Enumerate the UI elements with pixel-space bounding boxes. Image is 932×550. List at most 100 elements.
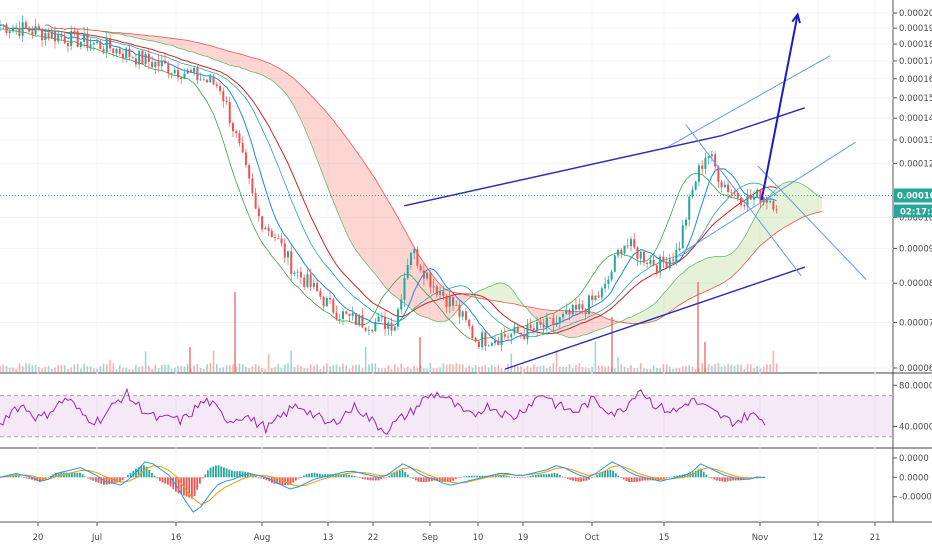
macd-histogram-bar	[406, 474, 409, 478]
macd-histogram-bar	[396, 471, 399, 478]
macd-histogram-bar	[262, 477, 265, 480]
macd-histogram-bar	[585, 477, 588, 481]
candle-body	[11, 28, 14, 32]
candle-body	[151, 62, 154, 68]
macd-histogram-bar	[521, 477, 524, 478]
candle-body	[254, 193, 257, 209]
candle-body	[0, 25, 1, 27]
candle-body	[274, 237, 277, 239]
volume-bar	[714, 364, 716, 372]
time-tick-label: Sep	[422, 533, 438, 543]
candle-body	[610, 271, 613, 280]
volume-bar	[293, 367, 296, 372]
macd-histogram-bar	[588, 477, 590, 480]
volume-bar	[381, 368, 383, 372]
candle-body	[435, 286, 438, 295]
volume-bar	[2, 364, 5, 372]
volume-bar	[578, 363, 581, 372]
volume-bar	[54, 367, 56, 372]
candle-body	[662, 256, 665, 263]
macd-histogram-bar	[540, 474, 542, 478]
volume-bar	[47, 365, 50, 372]
candle-body	[539, 321, 542, 325]
candle-body	[115, 48, 118, 54]
candle-body	[752, 196, 755, 200]
time-tick-label: 12	[813, 533, 824, 543]
volume-bar	[148, 365, 150, 372]
macd-histogram-bar	[716, 477, 718, 481]
candle-body	[270, 230, 273, 238]
volume-bar	[520, 365, 522, 372]
macd-histogram-bar	[374, 477, 377, 481]
volume-bar	[377, 367, 380, 372]
chart-canvas[interactable]: 0.0002000 0.0001900 0.0001800 0.0001700 0.00…	[0, 0, 932, 550]
candle-body	[607, 279, 610, 284]
macd-histogram-bar	[582, 477, 585, 482]
macd-histogram-bar	[414, 477, 417, 481]
candle-body	[452, 296, 455, 306]
macd-histogram-bar	[358, 477, 361, 478]
macd-histogram-bar	[478, 475, 481, 478]
candle-body	[290, 251, 293, 275]
volume-bar	[258, 365, 260, 372]
candle-body	[164, 60, 167, 64]
macd-histogram-bar	[641, 477, 644, 481]
macd-histogram-bar	[630, 477, 633, 482]
candle-body	[594, 295, 597, 300]
volume-bar	[105, 364, 108, 372]
macd-histogram-bar	[76, 472, 79, 478]
candle-body	[131, 57, 134, 59]
volume-bar	[656, 367, 658, 372]
candle-body	[409, 253, 412, 265]
macd-histogram-bar	[172, 477, 175, 490]
candle-body	[464, 311, 467, 320]
candle-body	[147, 53, 150, 63]
candle-body	[558, 317, 561, 323]
volume-bar	[461, 364, 464, 372]
volume-bar	[271, 368, 273, 372]
volume-bar	[516, 366, 519, 372]
volume-bar	[261, 367, 263, 372]
volume-bar	[542, 365, 545, 372]
macd-histogram-bar	[297, 477, 300, 479]
volume-bar	[86, 366, 89, 372]
macd-histogram-bar	[454, 477, 457, 480]
candle-body	[261, 216, 264, 230]
candle-body	[578, 304, 581, 310]
macd-histogram-bar	[617, 475, 620, 478]
candle-body	[215, 84, 218, 87]
volume-bar	[400, 363, 403, 372]
volume-bar	[0, 366, 1, 372]
candle-body	[66, 43, 69, 47]
volume-bar	[766, 364, 768, 372]
macd-histogram-bar	[705, 474, 708, 478]
time-tick-label: 19	[518, 533, 529, 543]
volume-spike	[704, 342, 706, 372]
macd-histogram-bar	[620, 477, 622, 478]
macd-histogram-bar	[167, 477, 169, 485]
candle-body	[241, 142, 244, 153]
candle-body	[571, 304, 574, 315]
volume-bar	[80, 368, 82, 372]
macd-histogram-bar	[553, 472, 556, 478]
macd-histogram-bar	[537, 474, 540, 478]
volume-bar	[212, 350, 215, 372]
macd-histogram-bar	[518, 477, 521, 478]
macd-histogram-bar	[572, 477, 574, 481]
volume-bar	[70, 367, 72, 372]
macd-histogram-bar	[84, 476, 87, 478]
volume-bar	[125, 367, 127, 372]
volume-bar	[60, 365, 63, 372]
volume-bar	[646, 368, 648, 372]
candle-body	[60, 34, 63, 37]
macd-histogram-bar	[124, 477, 127, 478]
candle-body	[487, 345, 490, 347]
trading-chart[interactable]: 0.0002000 0.0001900 0.0001800 0.0001700 0.00…	[0, 0, 932, 550]
macd-histogram-bar	[574, 477, 577, 482]
volume-bar	[730, 364, 733, 372]
volume-bar	[448, 364, 451, 372]
macd-histogram-bar	[604, 470, 606, 478]
macd-histogram-bar	[409, 477, 412, 478]
macd-histogram-bar	[193, 477, 196, 497]
candle-body	[471, 326, 474, 338]
